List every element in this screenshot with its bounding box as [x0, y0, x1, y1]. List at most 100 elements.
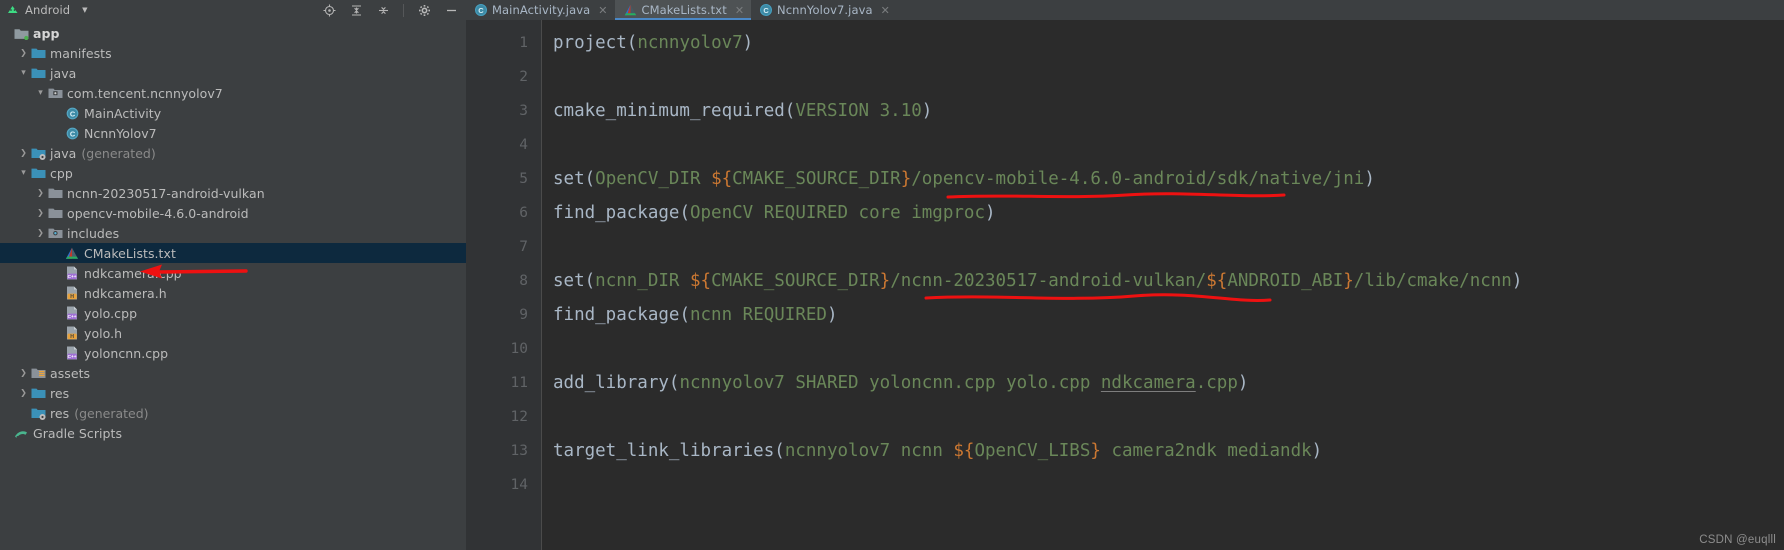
tree-row-includes[interactable]: ❯ includes [0, 223, 466, 243]
chevron-right-icon[interactable]: ❯ [34, 209, 47, 217]
code-token-arg: /lib/cmake/ncnn [1353, 271, 1512, 291]
tree-row-java[interactable]: ▾ java [0, 63, 466, 83]
locate-icon[interactable] [322, 3, 336, 17]
tree-row-ndkcamera-cpp[interactable]: C++ ndkcamera.cpp [0, 263, 466, 283]
tree-row-yolo-h[interactable]: Hyolo.h [0, 323, 466, 343]
code-token-var: } [879, 271, 891, 291]
chevron-down-icon[interactable]: ▾ [34, 88, 47, 98]
code-line[interactable]: cmake_minimum_required(VERSION 3.10) [542, 94, 1784, 128]
android-studio-window: Android ▼ C MainActivity.java ✕ CMakeLis… [0, 0, 1784, 550]
folder-icon [30, 47, 46, 59]
code-token-paren: ( [584, 271, 596, 291]
tree-row-yolo-cpp[interactable]: C++ yolo.cpp [0, 303, 466, 323]
tab-ncnnyolov7-java[interactable]: C NcnnYolov7.java ✕ [751, 0, 897, 20]
line-number: 13 [510, 443, 528, 459]
close-icon[interactable]: ✕ [735, 5, 744, 16]
expand-all-icon[interactable] [376, 3, 390, 17]
code-content[interactable]: project(ncnnyolov7) cmake_minimum_require… [542, 20, 1784, 550]
tree-row-com-tencent-ncnnyolov7[interactable]: ▾ com.tencent.ncnnyolov7 [0, 83, 466, 103]
project-tree[interactable]: app ❯ manifests ▾ java ▾ com.tencent.ncnnyo… [0, 20, 466, 550]
chevron-right-icon[interactable]: ❯ [17, 149, 30, 157]
tree-node-label: yoloncnn.cpp [84, 345, 169, 361]
code-line[interactable] [542, 230, 1784, 264]
code-token-arg: OpenCV_DIR [595, 169, 712, 189]
close-icon[interactable]: ✕ [598, 5, 607, 16]
code-token-var: ${ [1206, 271, 1228, 291]
chevron-down-icon[interactable]: ▾ [17, 68, 30, 78]
chevron-right-icon[interactable]: ❯ [34, 229, 47, 237]
code-token-arg: camera2ndk mediandk [1100, 441, 1312, 461]
code-token-cmd: set [553, 169, 585, 189]
tree-row-res[interactable]: ❯ res [0, 383, 466, 403]
code-editor[interactable]: 1 2 3 4 5 6 7 8 9 10 11 12 13 14 project(ncnnyolov7) c… [466, 20, 1784, 550]
svg-text:C++: C++ [68, 354, 77, 359]
tree-row-app[interactable]: app [0, 23, 466, 43]
tree-row-ncnn-20230517-android-vulkan[interactable]: ❯ ncnn-20230517-android-vulkan [0, 183, 466, 203]
tree-row-yoloncnn-cpp[interactable]: C++ yoloncnn.cpp [0, 343, 466, 363]
code-token-arg: ncnnyolov7 SHARED yoloncnn.cpp yolo.cpp [679, 373, 1101, 393]
code-line[interactable] [542, 332, 1784, 366]
code-line[interactable]: project(ncnnyolov7) [542, 26, 1784, 60]
code-token-paren: ( [584, 169, 596, 189]
code-line[interactable]: set(ncnn_DIR ${CMAKE_SOURCE_DIR}/ncnn-20… [542, 264, 1784, 298]
chevron-right-icon[interactable]: ❯ [17, 369, 30, 377]
code-token-paren: ( [784, 101, 796, 121]
tab-mainactivity-java[interactable]: C MainActivity.java ✕ [466, 0, 615, 20]
tree-row-opencv-mobile-4-6-0-android[interactable]: ❯ opencv-mobile-4.6.0-android [0, 203, 466, 223]
line-number: 1 [519, 35, 528, 51]
editor-tab-bar: C MainActivity.java ✕ CMakeLists.txt ✕ C… [466, 0, 1784, 20]
chevron-down-icon[interactable]: ▼ [82, 6, 87, 14]
code-token-paren: ) [1311, 441, 1323, 461]
code-line[interactable]: target_link_libraries(ncnnyolov7 ncnn ${… [542, 434, 1784, 468]
tree-row-ndkcamera-h[interactable]: Hndkcamera.h [0, 283, 466, 303]
code-line[interactable] [542, 128, 1784, 162]
collapse-all-icon[interactable] [349, 3, 363, 17]
tree-node-label: com.tencent.ncnnyolov7 [67, 85, 223, 101]
hide-panel-icon[interactable] [444, 3, 458, 17]
tab-cmakelists-txt[interactable]: CMakeLists.txt ✕ [614, 0, 752, 20]
chevron-down-icon[interactable]: ▾ [17, 168, 30, 178]
code-line[interactable] [542, 468, 1784, 502]
folder-icon [30, 167, 46, 179]
line-number: 8 [519, 273, 528, 289]
generated-folder-icon [30, 407, 46, 420]
cpp-file-icon: C++ [64, 266, 80, 280]
chevron-right-icon[interactable]: ❯ [34, 189, 47, 197]
line-number: 9 [519, 307, 528, 323]
close-icon[interactable]: ✕ [881, 5, 890, 16]
assets-folder-icon [30, 367, 46, 379]
grey-folder-icon [47, 187, 63, 199]
package-icon [47, 87, 63, 99]
tree-node-label: res [50, 385, 70, 401]
code-line[interactable] [542, 400, 1784, 434]
code-token-paren: ) [1364, 169, 1375, 189]
svg-text:C: C [69, 129, 75, 138]
tree-row-manifests[interactable]: ❯ manifests [0, 43, 466, 63]
code-line[interactable]: add_library(ncnnyolov7 SHARED yoloncnn.c… [542, 366, 1784, 400]
code-token-arg-underline: ndkcamera [1100, 373, 1196, 393]
tree-row-java[interactable]: ❯ java (generated) [0, 143, 466, 163]
settings-gear-icon[interactable] [417, 3, 431, 17]
line-number: 14 [510, 477, 528, 493]
code-token-var: } [1343, 271, 1354, 291]
code-token-var: ${ [953, 441, 975, 461]
tree-row-cpp[interactable]: ▾ cpp [0, 163, 466, 183]
tree-row-assets[interactable]: ❯ assets [0, 363, 466, 383]
code-token-arg: ANDROID_ABI [1227, 271, 1344, 291]
main-body: app ❯ manifests ▾ java ▾ com.tencent.ncnnyo… [0, 20, 1784, 550]
tree-row-gradle-scripts[interactable]: Gradle Scripts [0, 423, 466, 443]
chevron-right-icon[interactable]: ❯ [17, 389, 30, 397]
tree-node-sublabel: (generated) [74, 405, 149, 421]
code-line[interactable]: find_package(OpenCV REQUIRED core imgpro… [542, 196, 1784, 230]
code-line[interactable] [542, 60, 1784, 94]
tree-row-res[interactable]: res (generated) [0, 403, 466, 423]
code-line[interactable]: set(OpenCV_DIR ${CMAKE_SOURCE_DIR}/openc… [542, 162, 1784, 196]
tree-row-cmakelists-txt[interactable]: CMakeLists.txt [0, 243, 466, 263]
tree-row-mainactivity[interactable]: C MainActivity [0, 103, 466, 123]
chevron-right-icon[interactable]: ❯ [17, 49, 30, 57]
code-line[interactable]: find_package(ncnn REQUIRED) [542, 298, 1784, 332]
project-panel-header: Android ▼ [0, 0, 466, 20]
tree-row-ncnnyolov7[interactable]: C NcnnYolov7 [0, 123, 466, 143]
cpp-file-icon: C++ [64, 306, 80, 320]
code-token-var: ${ [711, 169, 733, 189]
